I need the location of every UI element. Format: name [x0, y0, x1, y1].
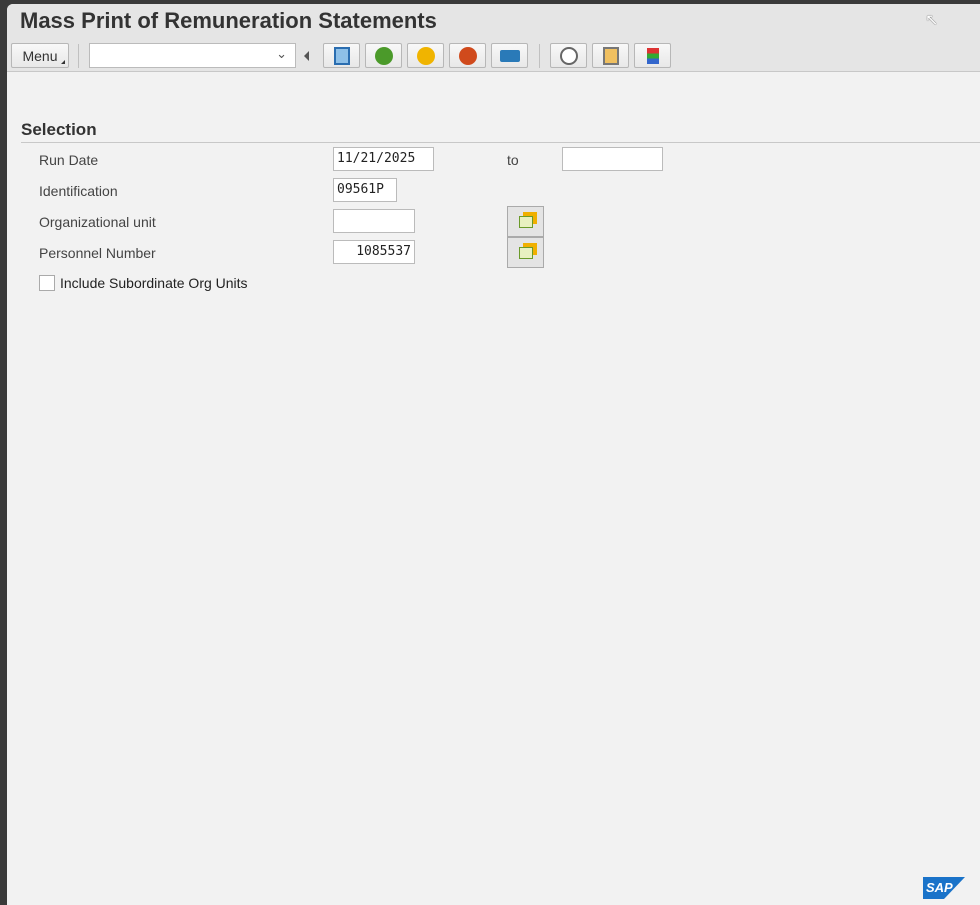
multiple-selection-icon [518, 215, 533, 228]
org-unit-input[interactable] [333, 209, 415, 233]
back-icon [374, 46, 393, 65]
run-date-input[interactable]: 11/21/2025 [333, 147, 434, 171]
menu-button[interactable]: Menu [11, 43, 69, 68]
collapse-arrow-icon[interactable] [304, 51, 309, 61]
print-button[interactable] [491, 43, 528, 68]
cancel-button[interactable] [449, 43, 486, 68]
include-subordinate-label: Include Subordinate Org Units [60, 275, 248, 291]
cancel-icon [458, 46, 477, 65]
selection-options-button[interactable] [634, 43, 671, 68]
exit-button[interactable] [407, 43, 444, 68]
run-date-to-input[interactable] [562, 147, 663, 171]
execute-clock-icon [559, 46, 578, 65]
include-subordinate-checkbox[interactable] [39, 275, 55, 291]
sap-logo: SAP [923, 877, 965, 899]
multi-color-icon [646, 47, 659, 64]
chevron-down-icon[interactable]: ⌄ [276, 46, 287, 62]
save-button[interactable] [323, 43, 360, 68]
toolbar: Menu ⌄ [7, 40, 980, 72]
separator [78, 44, 79, 68]
get-variant-button[interactable] [592, 43, 629, 68]
separator [539, 44, 540, 68]
org-unit-label: Organizational unit [39, 214, 156, 230]
page-title: Mass Print of Remuneration Statements [20, 8, 437, 33]
org-unit-multiple-selection-button[interactable] [507, 206, 544, 237]
title-bar: Mass Print of Remuneration Statements [7, 4, 980, 40]
command-field[interactable]: ⌄ [89, 43, 296, 68]
identification-input[interactable]: 09561P [333, 178, 397, 202]
exit-icon [416, 46, 435, 65]
execute-button[interactable] [550, 43, 587, 68]
personnel-number-input[interactable]: 1085537 [333, 240, 415, 264]
personnel-number-label: Personnel Number [39, 245, 156, 261]
mouse-cursor-icon: ↖ [925, 12, 939, 29]
sap-window: Mass Print of Remuneration Statements Me… [7, 4, 980, 905]
section-title: Selection [21, 120, 980, 143]
run-date-label: Run Date [39, 152, 99, 168]
save-icon [333, 46, 350, 65]
identification-label: Identification [39, 183, 118, 199]
variant-icon [602, 46, 619, 65]
multiple-selection-icon [518, 246, 533, 259]
back-button[interactable] [365, 43, 402, 68]
personnel-number-multiple-selection-button[interactable] [507, 237, 544, 268]
print-icon [499, 49, 520, 62]
to-label: to [507, 152, 519, 168]
